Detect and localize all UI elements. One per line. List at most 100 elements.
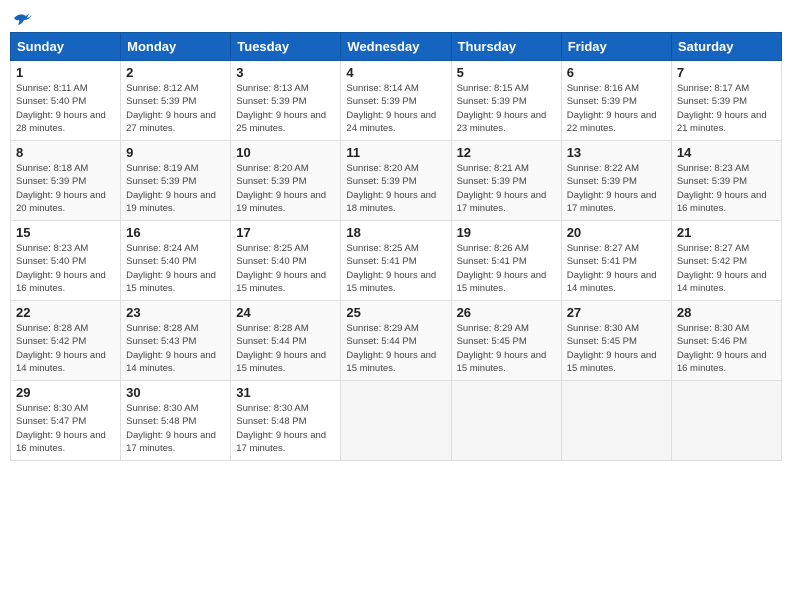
col-header-monday: Monday <box>121 33 231 61</box>
calendar-cell: 31 Sunrise: 8:30 AM Sunset: 5:48 PM Dayli… <box>231 381 341 461</box>
day-info: Sunrise: 8:30 AM Sunset: 5:46 PM Dayligh… <box>677 322 776 375</box>
calendar-cell: 25Sunrise: 8:29 AM Sunset: 5:44 PM Dayli… <box>341 301 451 381</box>
calendar-cell: 5 Sunrise: 8:15 AM Sunset: 5:39 PM Daylig… <box>451 61 561 141</box>
day-number: 10 <box>236 145 335 160</box>
calendar-cell: 27 Sunrise: 8:30 AM Sunset: 5:45 PM Dayli… <box>561 301 671 381</box>
day-number: 28 <box>677 305 776 320</box>
day-number: 7 <box>677 65 776 80</box>
calendar-cell: 2 Sunrise: 8:12 AM Sunset: 5:39 PM Daylig… <box>121 61 231 141</box>
col-header-wednesday: Wednesday <box>341 33 451 61</box>
day-number: 29 <box>16 385 115 400</box>
calendar-cell: 8 Sunrise: 8:18 AM Sunset: 5:39 PM Daylig… <box>11 141 121 221</box>
logo <box>10 10 32 26</box>
calendar-cell: 12 Sunrise: 8:21 AM Sunset: 5:39 PM Dayli… <box>451 141 561 221</box>
calendar-cell: 23 Sunrise: 8:28 AM Sunset: 5:43 PM Dayli… <box>121 301 231 381</box>
day-info: Sunrise: 8:29 AM Sunset: 5:44 PM Dayligh… <box>346 322 445 375</box>
day-info: Sunrise: 8:20 AM Sunset: 5:39 PM Dayligh… <box>236 162 335 215</box>
day-number: 27 <box>567 305 666 320</box>
day-info: Sunrise: 8:17 AM Sunset: 5:39 PM Dayligh… <box>677 82 776 135</box>
calendar-cell: 17 Sunrise: 8:25 AM Sunset: 5:40 PM Dayli… <box>231 221 341 301</box>
calendar-cell <box>341 381 451 461</box>
day-info: Sunrise: 8:20 AM Sunset: 5:39 PM Dayligh… <box>346 162 445 215</box>
day-info: Sunrise: 8:28 AM Sunset: 5:44 PM Dayligh… <box>236 322 335 375</box>
day-number: 15 <box>16 225 115 240</box>
day-number: 26 <box>457 305 556 320</box>
calendar-cell: 28 Sunrise: 8:30 AM Sunset: 5:46 PM Dayli… <box>671 301 781 381</box>
day-info: Sunrise: 8:12 AM Sunset: 5:39 PM Dayligh… <box>126 82 225 135</box>
day-number: 17 <box>236 225 335 240</box>
day-info: Sunrise: 8:18 AM Sunset: 5:39 PM Dayligh… <box>16 162 115 215</box>
day-number: 2 <box>126 65 225 80</box>
day-number: 6 <box>567 65 666 80</box>
day-info: Sunrise: 8:14 AM Sunset: 5:39 PM Dayligh… <box>346 82 445 135</box>
calendar-cell: 10 Sunrise: 8:20 AM Sunset: 5:39 PM Dayli… <box>231 141 341 221</box>
calendar-cell: 24Sunrise: 8:28 AM Sunset: 5:44 PM Dayli… <box>231 301 341 381</box>
day-number: 31 <box>236 385 335 400</box>
day-number: 8 <box>16 145 115 160</box>
day-info: Sunrise: 8:23 AM Sunset: 5:39 PM Dayligh… <box>677 162 776 215</box>
calendar-cell: 21 Sunrise: 8:27 AM Sunset: 5:42 PM Dayli… <box>671 221 781 301</box>
day-info: Sunrise: 8:23 AM Sunset: 5:40 PM Dayligh… <box>16 242 115 295</box>
day-number: 1 <box>16 65 115 80</box>
calendar-cell: 4 Sunrise: 8:14 AM Sunset: 5:39 PM Daylig… <box>341 61 451 141</box>
day-number: 23 <box>126 305 225 320</box>
calendar-cell: 13Sunrise: 8:22 AM Sunset: 5:39 PM Dayli… <box>561 141 671 221</box>
calendar-cell <box>561 381 671 461</box>
calendar-cell: 1Sunrise: 8:11 AM Sunset: 5:40 PM Daylig… <box>11 61 121 141</box>
day-number: 12 <box>457 145 556 160</box>
day-number: 9 <box>126 145 225 160</box>
day-info: Sunrise: 8:25 AM Sunset: 5:41 PM Dayligh… <box>346 242 445 295</box>
calendar-cell: 22 Sunrise: 8:28 AM Sunset: 5:42 PM Dayli… <box>11 301 121 381</box>
calendar-cell: 9 Sunrise: 8:19 AM Sunset: 5:39 PM Daylig… <box>121 141 231 221</box>
calendar-cell: 20 Sunrise: 8:27 AM Sunset: 5:41 PM Dayli… <box>561 221 671 301</box>
calendar-cell: 19Sunrise: 8:26 AM Sunset: 5:41 PM Dayli… <box>451 221 561 301</box>
day-number: 21 <box>677 225 776 240</box>
day-number: 13 <box>567 145 666 160</box>
day-info: Sunrise: 8:28 AM Sunset: 5:43 PM Dayligh… <box>126 322 225 375</box>
day-info: Sunrise: 8:30 AM Sunset: 5:45 PM Dayligh… <box>567 322 666 375</box>
calendar-cell <box>451 381 561 461</box>
calendar-week-4: 22 Sunrise: 8:28 AM Sunset: 5:42 PM Dayli… <box>11 301 782 381</box>
calendar-cell: 30Sunrise: 8:30 AM Sunset: 5:48 PM Dayli… <box>121 381 231 461</box>
calendar-cell: 29Sunrise: 8:30 AM Sunset: 5:47 PM Dayli… <box>11 381 121 461</box>
day-number: 3 <box>236 65 335 80</box>
day-info: Sunrise: 8:24 AM Sunset: 5:40 PM Dayligh… <box>126 242 225 295</box>
day-info: Sunrise: 8:19 AM Sunset: 5:39 PM Dayligh… <box>126 162 225 215</box>
day-number: 20 <box>567 225 666 240</box>
calendar-cell: 6 Sunrise: 8:16 AM Sunset: 5:39 PM Daylig… <box>561 61 671 141</box>
day-info: Sunrise: 8:16 AM Sunset: 5:39 PM Dayligh… <box>567 82 666 135</box>
calendar-cell: 11 Sunrise: 8:20 AM Sunset: 5:39 PM Dayli… <box>341 141 451 221</box>
day-info: Sunrise: 8:21 AM Sunset: 5:39 PM Dayligh… <box>457 162 556 215</box>
calendar-cell: 3Sunrise: 8:13 AM Sunset: 5:39 PM Daylig… <box>231 61 341 141</box>
day-number: 5 <box>457 65 556 80</box>
day-number: 11 <box>346 145 445 160</box>
day-number: 16 <box>126 225 225 240</box>
col-header-sunday: Sunday <box>11 33 121 61</box>
calendar-cell: 16 Sunrise: 8:24 AM Sunset: 5:40 PM Dayli… <box>121 221 231 301</box>
col-header-tuesday: Tuesday <box>231 33 341 61</box>
day-number: 14 <box>677 145 776 160</box>
calendar-week-2: 8 Sunrise: 8:18 AM Sunset: 5:39 PM Daylig… <box>11 141 782 221</box>
calendar-header-row: SundayMondayTuesdayWednesdayThursdayFrid… <box>11 33 782 61</box>
day-number: 18 <box>346 225 445 240</box>
day-info: Sunrise: 8:30 AM Sunset: 5:48 PM Dayligh… <box>126 402 225 455</box>
day-info: Sunrise: 8:25 AM Sunset: 5:40 PM Dayligh… <box>236 242 335 295</box>
day-number: 4 <box>346 65 445 80</box>
calendar-cell: 14 Sunrise: 8:23 AM Sunset: 5:39 PM Dayli… <box>671 141 781 221</box>
day-number: 22 <box>16 305 115 320</box>
col-header-thursday: Thursday <box>451 33 561 61</box>
calendar-week-1: 1Sunrise: 8:11 AM Sunset: 5:40 PM Daylig… <box>11 61 782 141</box>
day-info: Sunrise: 8:15 AM Sunset: 5:39 PM Dayligh… <box>457 82 556 135</box>
day-info: Sunrise: 8:30 AM Sunset: 5:48 PM Dayligh… <box>236 402 335 455</box>
logo-bird-icon <box>12 10 32 26</box>
day-info: Sunrise: 8:27 AM Sunset: 5:41 PM Dayligh… <box>567 242 666 295</box>
day-info: Sunrise: 8:27 AM Sunset: 5:42 PM Dayligh… <box>677 242 776 295</box>
calendar-cell: 15 Sunrise: 8:23 AM Sunset: 5:40 PM Dayli… <box>11 221 121 301</box>
day-info: Sunrise: 8:26 AM Sunset: 5:41 PM Dayligh… <box>457 242 556 295</box>
calendar-week-5: 29Sunrise: 8:30 AM Sunset: 5:47 PM Dayli… <box>11 381 782 461</box>
calendar-week-3: 15 Sunrise: 8:23 AM Sunset: 5:40 PM Dayli… <box>11 221 782 301</box>
calendar-cell <box>671 381 781 461</box>
day-info: Sunrise: 8:28 AM Sunset: 5:42 PM Dayligh… <box>16 322 115 375</box>
col-header-friday: Friday <box>561 33 671 61</box>
day-info: Sunrise: 8:29 AM Sunset: 5:45 PM Dayligh… <box>457 322 556 375</box>
